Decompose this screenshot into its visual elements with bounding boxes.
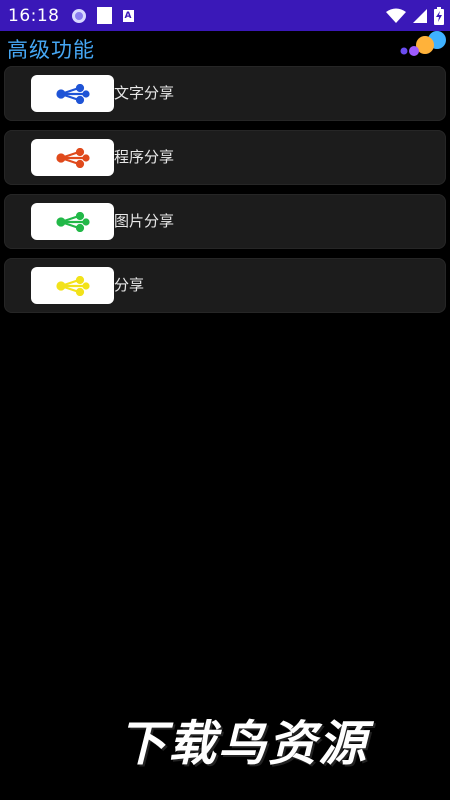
share-thumbnail (31, 267, 114, 304)
share-icon (55, 147, 90, 168)
list-item-label: 分享 (114, 276, 145, 294)
signal-icon (413, 8, 427, 23)
list-item-label: 程序分享 (114, 148, 175, 166)
app-bar: 高级功能 (0, 31, 450, 62)
notification-a-icon: A (122, 9, 134, 22)
watermark: 下载鸟资源 (118, 716, 369, 772)
list-item-label: 文字分享 (114, 84, 175, 102)
page-title: 高级功能 (7, 38, 95, 62)
share-icon (55, 211, 90, 232)
status-bar: 16:18 A (0, 0, 450, 31)
decorative-bubbles-icon (400, 31, 446, 56)
notification-square-icon (96, 7, 112, 24)
list-item-app-share[interactable]: 程序分享 (4, 130, 446, 185)
share-thumbnail (31, 203, 114, 240)
battery-charging-icon (434, 6, 444, 25)
list-item-share[interactable]: 分享 (4, 258, 446, 313)
list-item-text-share[interactable]: 文字分享 (4, 66, 446, 121)
share-thumbnail (31, 139, 114, 176)
list-item-image-share[interactable]: 图片分享 (4, 194, 446, 249)
share-thumbnail (31, 75, 114, 112)
status-indicators (386, 6, 444, 25)
feature-list: 文字分享 程序分享 图片分享 分享 (4, 66, 446, 322)
wifi-icon (386, 8, 406, 23)
notification-ring-icon (71, 8, 86, 23)
share-icon (55, 275, 90, 296)
status-time: 16:18 (8, 5, 60, 26)
share-icon (55, 83, 90, 104)
list-item-label: 图片分享 (114, 212, 175, 230)
